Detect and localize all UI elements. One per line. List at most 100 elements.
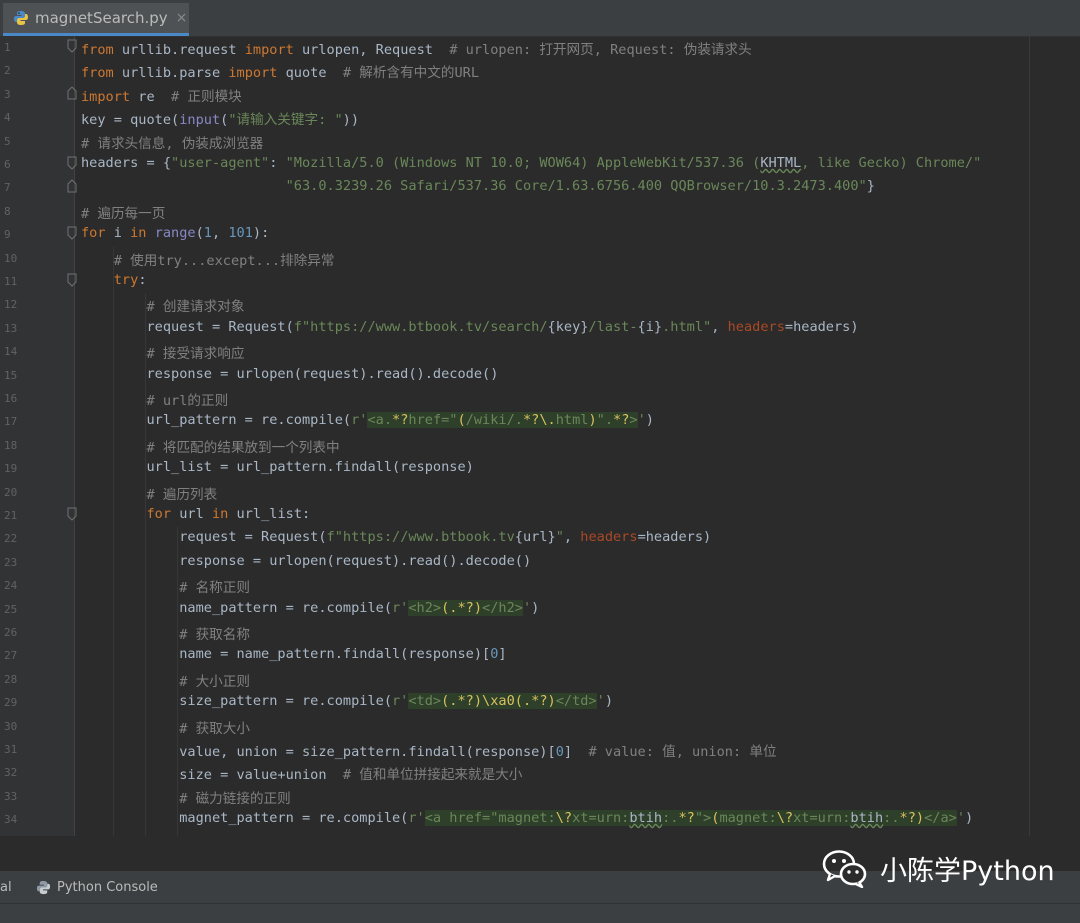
tool-terminal-tab[interactable]: al xyxy=(0,880,12,895)
code-text[interactable]: # 获取磁力链接 xyxy=(81,834,277,836)
code-text[interactable]: from urllib.parse import quote # 解析含有中文的… xyxy=(81,61,479,81)
line-number: 32 xyxy=(4,766,18,780)
code-line[interactable]: 12 # 创建请求对象 xyxy=(0,293,1080,316)
tab-label: magnetSearch.py xyxy=(35,9,168,27)
fold-marker-icon[interactable] xyxy=(67,226,77,240)
code-text[interactable]: size_pattern = re.compile(r'<td>(.*?)\xa… xyxy=(81,693,613,710)
code-line[interactable]: 5 # 请求头信息, 伪装成浏览器 xyxy=(0,130,1080,153)
code-line[interactable]: 1 from urllib.request import urlopen, Req… xyxy=(0,36,1080,59)
line-number: 24 xyxy=(4,579,18,593)
code-line[interactable]: 19 url_list = url_pattern.findall(respon… xyxy=(0,457,1080,480)
code-text[interactable]: url_pattern = re.compile(r'<a.*?href="(/… xyxy=(81,412,654,429)
fold-marker-icon[interactable] xyxy=(67,156,77,170)
code-line[interactable]: 16 # url的正则 xyxy=(0,387,1080,410)
code-line[interactable]: 30 # 获取大小 xyxy=(0,715,1080,738)
line-number: 34 xyxy=(4,813,18,827)
line-number: 3 xyxy=(4,87,11,101)
code-line[interactable]: 27 name = name_pattern.findall(response)… xyxy=(0,644,1080,667)
fold-marker-icon[interactable] xyxy=(67,507,77,521)
code-line[interactable]: 8 # 遍历每一页 xyxy=(0,200,1080,223)
code-text[interactable]: url_list = url_pattern.findall(response) xyxy=(81,459,473,475)
code-text[interactable]: "63.0.3239.26 Safari/537.36 Core/1.63.67… xyxy=(81,178,875,194)
code-line[interactable]: 26 # 获取名称 xyxy=(0,621,1080,644)
code-text[interactable]: # 接受请求响应 xyxy=(81,342,244,362)
tab-magnetsearch[interactable]: magnetSearch.py × xyxy=(3,3,189,36)
code-text[interactable]: key = quote(input("请输入关键字: ")) xyxy=(81,108,359,128)
code-line[interactable]: 34 magnet_pattern = re.compile(r'<a href… xyxy=(0,808,1080,831)
editor-tab-bar: magnetSearch.py × xyxy=(0,0,1080,37)
code-line[interactable]: 24 # 名称正则 xyxy=(0,574,1080,597)
line-number: 22 xyxy=(4,532,18,546)
close-icon[interactable]: × xyxy=(176,10,188,26)
tool-python-console-tab[interactable]: Python Console xyxy=(36,880,158,895)
code-line[interactable]: 31 value, union = size_pattern.findall(r… xyxy=(0,738,1080,761)
fold-marker-icon[interactable] xyxy=(67,273,77,287)
line-number: 18 xyxy=(4,438,18,452)
code-text[interactable]: from urllib.request import urlopen, Requ… xyxy=(81,38,752,58)
code-text[interactable]: request = Request(f"https://www.btbook.t… xyxy=(81,319,858,335)
code-line[interactable]: 13 request = Request(f"https://www.btboo… xyxy=(0,317,1080,340)
code-text[interactable]: # 创建请求对象 xyxy=(81,295,244,315)
code-text[interactable]: response = urlopen(request).read().decod… xyxy=(81,366,498,382)
code-line[interactable]: 7 "63.0.3239.26 Safari/537.36 Core/1.63.… xyxy=(0,176,1080,199)
watermark: 小陈学Python xyxy=(822,848,1055,888)
code-text[interactable]: name = name_pattern.findall(response)[0] xyxy=(81,646,506,662)
code-line[interactable]: 25 name_pattern = re.compile(r'<h2>(.*?)… xyxy=(0,598,1080,621)
code-text[interactable]: # 获取大小 xyxy=(81,717,250,737)
code-line[interactable]: 10 # 使用try...except...排除异常 xyxy=(0,247,1080,270)
code-line[interactable]: 18 # 将匹配的结果放到一个列表中 xyxy=(0,434,1080,457)
code-line[interactable]: 14 # 接受请求响应 xyxy=(0,340,1080,363)
code-text[interactable]: response = urlopen(request).read().decod… xyxy=(81,553,531,569)
line-number: 13 xyxy=(4,321,18,335)
code-text[interactable]: value, union = size_pattern.findall(resp… xyxy=(81,740,776,760)
code-text[interactable]: for i in range(1, 101): xyxy=(81,225,269,241)
code-text[interactable]: try: xyxy=(81,272,147,288)
code-line[interactable]: 17 url_pattern = re.compile(r'<a.*?href=… xyxy=(0,410,1080,433)
code-line[interactable]: 22 request = Request(f"https://www.btboo… xyxy=(0,527,1080,550)
code-line[interactable]: 4 key = quote(input("请输入关键字: ")) xyxy=(0,106,1080,129)
line-number: 21 xyxy=(4,509,18,522)
watermark-text: 小陈学Python xyxy=(880,855,1055,887)
wechat-icon xyxy=(822,850,867,888)
code-text[interactable]: # 获取名称 xyxy=(81,623,250,643)
code-text[interactable]: name_pattern = re.compile(r'<h2>(.*?)</h… xyxy=(81,599,539,616)
code-line[interactable]: 23 response = urlopen(request).read().de… xyxy=(0,551,1080,574)
code-text[interactable]: # 将匹配的结果放到一个列表中 xyxy=(81,436,339,456)
code-text[interactable]: # 遍历每一页 xyxy=(81,202,165,222)
code-line[interactable]: 21 for url in url_list: xyxy=(0,504,1080,527)
code-text[interactable]: magnet_pattern = re.compile(r'<a href="m… xyxy=(81,810,973,827)
code-line[interactable]: 11 try: xyxy=(0,270,1080,293)
code-line[interactable]: 28 # 大小正则 xyxy=(0,668,1080,691)
code-text[interactable]: # 大小正则 xyxy=(81,670,250,690)
code-line[interactable]: 35 # 获取磁力链接 xyxy=(0,832,1080,836)
code-line[interactable]: 20 # 遍历列表 xyxy=(0,481,1080,504)
code-line[interactable]: 6 headers = {"user-agent": "Mozilla/5.0 (… xyxy=(0,153,1080,176)
code-line[interactable]: 29 size_pattern = re.compile(r'<td>(.*?)… xyxy=(0,691,1080,714)
fold-marker-icon[interactable] xyxy=(67,86,77,100)
code-text[interactable]: # url的正则 xyxy=(81,389,228,409)
code-text[interactable]: for url in url_list: xyxy=(81,506,310,522)
code-text[interactable]: headers = {"user-agent": "Mozilla/5.0 (W… xyxy=(81,155,981,171)
code-text[interactable]: size = value+union # 值和单位拼接起来就是大小 xyxy=(81,763,522,783)
code-editor[interactable]: 1 from urllib.request import urlopen, Req… xyxy=(0,36,1080,836)
code-line[interactable]: 2 from urllib.parse import quote # 解析含有中文… xyxy=(0,59,1080,82)
line-number: 5 xyxy=(4,134,11,148)
code-text[interactable]: # 遍历列表 xyxy=(81,483,217,503)
code-line[interactable]: 32 size = value+union # 值和单位拼接起来就是大小 xyxy=(0,761,1080,784)
line-number: 17 xyxy=(4,415,18,429)
line-number: 6 xyxy=(4,158,11,171)
code-text[interactable]: import re # 正则模块 xyxy=(81,85,242,105)
code-text[interactable]: # 请求头信息, 伪装成浏览器 xyxy=(81,132,263,152)
code-line[interactable]: 33 # 磁力链接的正则 xyxy=(0,785,1080,808)
code-text[interactable]: request = Request(f"https://www.btbook.t… xyxy=(81,529,711,545)
fold-marker-icon[interactable] xyxy=(67,179,77,193)
code-text[interactable]: # 磁力链接的正则 xyxy=(81,787,291,807)
code-line[interactable]: 15 response = urlopen(request).read().de… xyxy=(0,364,1080,387)
line-number: 14 xyxy=(4,345,18,359)
code-text[interactable]: # 名称正则 xyxy=(81,576,250,596)
fold-marker-icon[interactable] xyxy=(67,39,77,53)
code-line[interactable]: 9 for i in range(1, 101): xyxy=(0,223,1080,246)
code-text[interactable]: # 使用try...except...排除异常 xyxy=(81,249,335,269)
python-icon xyxy=(36,880,51,895)
code-line[interactable]: 3 import re # 正则模块 xyxy=(0,83,1080,106)
